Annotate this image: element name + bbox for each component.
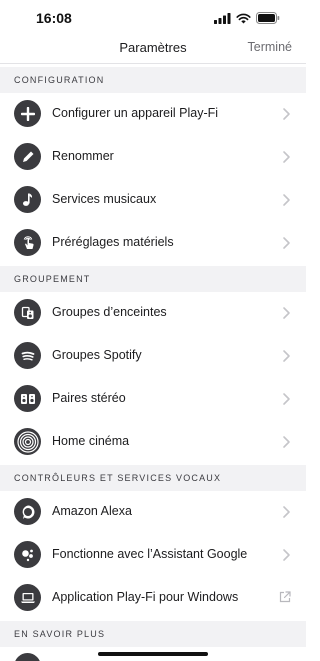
rename-row[interactable]: Renommer (0, 136, 306, 179)
chevron-right-icon (283, 350, 290, 362)
chevron-right-icon (283, 237, 290, 249)
alexa-icon (14, 498, 41, 525)
amazon-alexa-row[interactable]: Amazon Alexa (0, 491, 306, 534)
section-title: GROUPEMENT (14, 274, 91, 284)
row-label: Paires stéréo (52, 391, 126, 405)
hand-tap-icon (14, 229, 41, 256)
row-label: Services musicaux (52, 192, 157, 206)
chevron-right-icon (283, 549, 290, 561)
section-title: EN SAVOIR PLUS (14, 629, 106, 639)
plus-icon (14, 100, 41, 127)
row-label: Fonctionne avec l’Assistant Google (52, 547, 248, 561)
chevron-right-icon (283, 151, 290, 163)
hardware-presets-row[interactable]: Préréglages matériels (0, 222, 306, 265)
google-assistant-icon (14, 541, 41, 568)
spotify-groups-row[interactable]: Groupes Spotify (0, 335, 306, 378)
speaker-group-icon (14, 299, 41, 326)
status-bar: 16:08 (0, 0, 306, 36)
wifi-icon (236, 13, 251, 23)
google-assistant-row[interactable]: Fonctionne avec l’Assistant Google (0, 534, 306, 577)
row-label: Home cinéma (52, 434, 130, 448)
chevron-right-icon (283, 108, 290, 120)
status-time: 16:08 (36, 10, 72, 26)
external-link-icon (279, 591, 291, 603)
chevron-right-icon (283, 194, 290, 206)
setup-play-fi-device-row[interactable]: Configurer un appareil Play-Fi (0, 93, 306, 136)
chevron-right-icon (283, 393, 290, 405)
stereo-pair-icon (14, 385, 41, 412)
section-header-grouping: GROUPEMENT (0, 266, 306, 292)
row-label: Préréglages matériels (52, 235, 174, 249)
stereo-pairs-row[interactable]: Paires stéréo (0, 378, 306, 421)
home-cinema-icon (14, 428, 41, 455)
music-services-row[interactable]: Services musicaux (0, 179, 306, 222)
battery-icon (256, 12, 280, 24)
done-button[interactable]: Terminé (248, 40, 292, 54)
row-label: Groupes d’enceintes (52, 305, 167, 319)
row-label: Application Play-Fi pour Windows (52, 590, 239, 604)
section-title: CONTRÔLEURS ET SERVICES VOCAUX (14, 473, 222, 483)
home-cinema-row[interactable]: Home cinéma (0, 421, 306, 464)
play-fi-windows-app-row[interactable]: Application Play-Fi pour Windows (0, 577, 306, 620)
chevron-right-icon (283, 436, 290, 448)
partial-row-icon (14, 653, 41, 661)
row-label: Configurer un appareil Play-Fi (52, 106, 219, 120)
navigation-bar: Paramètres Terminé (0, 36, 306, 64)
home-indicator[interactable] (98, 652, 208, 656)
section-title: CONFIGURATION (14, 75, 105, 85)
music-note-icon (14, 186, 41, 213)
row-label: Groupes Spotify (52, 348, 142, 362)
pencil-icon (14, 143, 41, 170)
laptop-icon (14, 584, 41, 611)
chevron-right-icon (283, 307, 290, 319)
speaker-groups-row[interactable]: Groupes d’enceintes (0, 292, 306, 335)
section-header-voice-controllers: CONTRÔLEURS ET SERVICES VOCAUX (0, 465, 306, 491)
spotify-icon (14, 342, 41, 369)
row-label: Amazon Alexa (52, 504, 132, 518)
status-icons (214, 12, 280, 24)
row-label: Renommer (52, 149, 114, 163)
section-header-configuration: CONFIGURATION (0, 67, 306, 93)
chevron-right-icon (283, 506, 290, 518)
section-header-learn-more: EN SAVOIR PLUS (0, 621, 306, 647)
cellular-signal-icon (214, 12, 231, 24)
